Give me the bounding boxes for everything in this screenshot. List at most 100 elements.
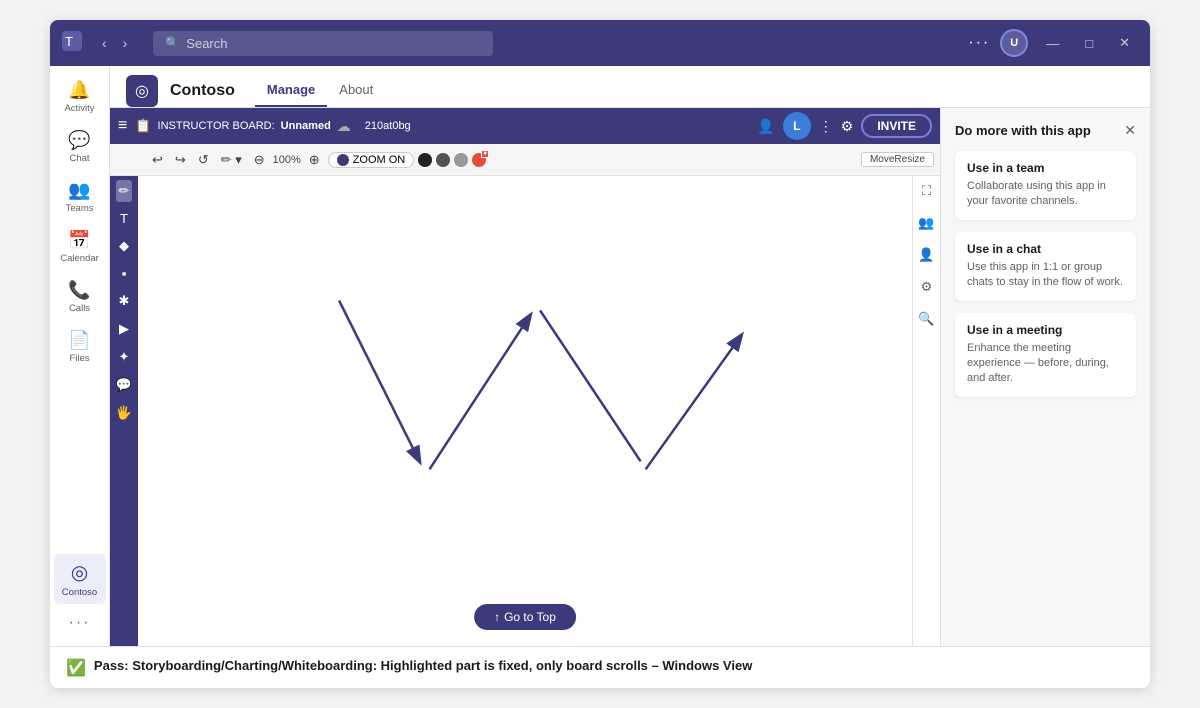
left-tool-text[interactable]: T [117, 208, 131, 229]
wb-cloud-icon[interactable]: ☁ [337, 118, 351, 135]
sidebar-label-contoso: Contoso [62, 587, 97, 598]
more-options-icon[interactable]: ··· [968, 34, 990, 52]
pass-icon: ✅ [66, 658, 86, 678]
wb-right-panel: ⛶ 👥 👤 ⚙ 🔍 [912, 176, 940, 646]
zoom-toggle[interactable]: ZOOM ON [328, 152, 415, 168]
color-dot-darkgray[interactable] [436, 153, 450, 167]
maximize-button[interactable]: □ [1077, 34, 1101, 53]
do-more-card-team: Use in a team Collaborate using this app… [955, 151, 1136, 220]
do-more-card-chat-title: Use in a chat [967, 242, 1124, 256]
move-resize-button[interactable]: MoveResize [861, 152, 934, 167]
do-more-title: Do more with this app [955, 123, 1091, 138]
left-tool-arrow[interactable]: ▶ [116, 318, 132, 340]
zoom-toggle-dot [337, 154, 349, 166]
whiteboard-container: ≡ 📋 INSTRUCTOR BOARD: Unnamed ☁ 210at0bg… [110, 108, 940, 646]
wb-user-avatar[interactable]: L [783, 112, 811, 140]
wb-board-label: INSTRUCTOR BOARD: [158, 120, 275, 132]
sidebar-item-teams[interactable]: 👥 Teams [54, 174, 106, 220]
right-tool-expand[interactable]: ⛶ [919, 180, 934, 202]
do-more-card-chat: Use in a chat Use this app in 1:1 or gro… [955, 232, 1136, 301]
zoom-out-button[interactable]: ⊖ [250, 150, 269, 170]
calendar-icon: 📅 [68, 230, 90, 251]
minimize-button[interactable]: — [1038, 34, 1067, 53]
content-area: ◎ Contoso Manage About ≡ 📋 INSTRUCTO [110, 66, 1150, 646]
wb-draw-toolbar: ↩ ↪ ↺ ✏ ▾ ⊖ 100% ⊕ ZOOM ON [110, 144, 940, 176]
title-bar: T ‹ › 🔍 ··· U — □ ✕ [50, 20, 1150, 66]
go-to-top-label: Go to Top [504, 610, 556, 624]
do-more-card-meeting: Use in a meeting Enhance the meeting exp… [955, 313, 1136, 397]
wb-menu-icon[interactable]: ≡ [118, 117, 127, 135]
tab-manage[interactable]: Manage [255, 74, 327, 107]
app-title: Contoso [170, 82, 235, 100]
zoom-in-button[interactable]: ⊕ [305, 150, 324, 170]
wb-toolbar-actions: 👤 L ⋮ ⚙ INVITE [757, 112, 932, 140]
sidebar-item-calls[interactable]: 📞 Calls [54, 274, 106, 320]
left-tool-hand[interactable]: 🖐 [113, 402, 135, 424]
board-row: ≡ 📋 INSTRUCTOR BOARD: Unnamed ☁ 210at0bg… [110, 108, 1150, 646]
left-tool-fill[interactable]: ◆ [116, 235, 132, 257]
search-icon: 🔍 [165, 36, 180, 50]
search-box[interactable]: 🔍 [153, 31, 493, 56]
pass-text-bold: Pass: Storyboarding/Charting/Whiteboardi… [94, 658, 752, 673]
back-button[interactable]: ‹ [96, 33, 113, 53]
sidebar-label-calls: Calls [69, 303, 90, 314]
search-input[interactable] [186, 36, 481, 51]
sidebar-item-files[interactable]: 📄 Files [54, 324, 106, 370]
chat-icon: 💬 [68, 130, 90, 151]
tab-about[interactable]: About [327, 74, 385, 107]
sidebar-item-activity[interactable]: 🔔 Activity [54, 74, 106, 120]
go-to-top-button[interactable]: ↑ Go to Top [474, 604, 576, 630]
teams-icon: 👥 [68, 180, 90, 201]
left-tool-shape[interactable]: ▪ [119, 263, 130, 284]
do-more-card-meeting-desc: Enhance the meeting experience — before,… [967, 341, 1124, 387]
main-layout: 🔔 Activity 💬 Chat 👥 Teams 📅 Calendar 📞 C… [50, 66, 1150, 646]
color-dot-red[interactable]: ● [472, 153, 486, 167]
wb-toolbar-top: ≡ 📋 INSTRUCTOR BOARD: Unnamed ☁ 210at0bg… [110, 108, 940, 144]
sidebar-label-teams: Teams [66, 203, 94, 214]
sidebar-item-chat[interactable]: 💬 Chat [54, 124, 106, 170]
app-header: ◎ Contoso Manage About [110, 66, 1150, 108]
wb-title-area: 📋 INSTRUCTOR BOARD: Unnamed ☁ 210at0bg [135, 118, 749, 135]
nav-buttons: ‹ › [96, 33, 133, 53]
right-tool-user-add[interactable]: 👤 [915, 244, 937, 266]
avatar[interactable]: U [1000, 29, 1028, 57]
do-more-card-chat-desc: Use this app in 1:1 or group chats to st… [967, 260, 1124, 291]
pass-text: Pass: Storyboarding/Charting/Whiteboardi… [94, 657, 752, 675]
draw-menu-button[interactable]: ✏ ▾ [217, 150, 246, 170]
drawing-canvas [138, 176, 912, 646]
left-tool-comment[interactable]: 💬 [113, 374, 135, 396]
close-button[interactable]: ✕ [1111, 33, 1138, 53]
right-tool-users[interactable]: 👥 [915, 212, 937, 234]
left-tool-stamp[interactable]: ✱ [116, 290, 133, 312]
activity-icon: 🔔 [68, 80, 90, 101]
teams-logo: T [62, 31, 82, 56]
do-more-card-team-title: Use in a team [967, 161, 1124, 175]
sidebar-label-activity: Activity [64, 103, 94, 114]
wb-board-icon: 📋 [135, 118, 151, 134]
wb-person-icon: 👤 [757, 118, 774, 135]
wb-left-tools: ✏ T ◆ ▪ ✱ ▶ ✦ 💬 🖐 [110, 176, 138, 646]
left-tool-pen[interactable]: ✏ [116, 180, 133, 202]
right-tool-zoom[interactable]: 🔍 [915, 308, 937, 330]
left-tool-star[interactable]: ✦ [116, 346, 133, 368]
sidebar-more-dots[interactable]: ··· [63, 608, 97, 638]
calls-icon: 📞 [68, 280, 90, 301]
color-dot-gray[interactable] [454, 153, 468, 167]
refresh-button[interactable]: ↺ [194, 150, 213, 170]
pass-bar: ✅ Pass: Storyboarding/Charting/Whiteboar… [50, 646, 1150, 688]
sidebar-item-calendar[interactable]: 📅 Calendar [54, 224, 106, 270]
sidebar-item-contoso[interactable]: ◎ Contoso [54, 554, 106, 604]
right-tool-settings[interactable]: ⚙ [918, 276, 936, 298]
app-header-icon: ◎ [126, 75, 158, 107]
wb-invite-button[interactable]: INVITE [861, 114, 932, 138]
forward-button[interactable]: › [117, 33, 134, 53]
do-more-close-button[interactable]: ✕ [1124, 122, 1136, 139]
app-window: T ‹ › 🔍 ··· U — □ ✕ 🔔 Activity [50, 20, 1150, 688]
wb-settings-icon[interactable]: ⚙ [841, 118, 854, 135]
go-to-top-arrow: ↑ [494, 610, 500, 624]
color-dot-black[interactable] [418, 153, 432, 167]
wb-more-icon[interactable]: ⋮ [819, 118, 833, 135]
wb-canvas: ✏ T ◆ ▪ ✱ ▶ ✦ 💬 🖐 [110, 176, 940, 646]
undo-button[interactable]: ↩ [148, 150, 167, 170]
redo-button[interactable]: ↪ [171, 150, 190, 170]
